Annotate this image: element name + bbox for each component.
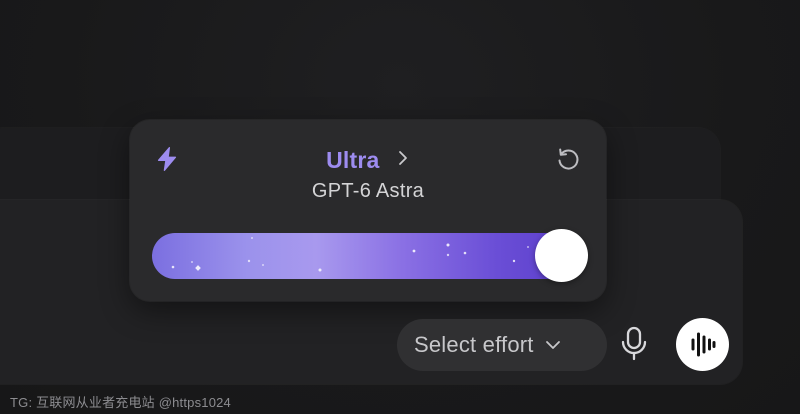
chevron-down-icon xyxy=(545,341,560,349)
voice-waveform-icon xyxy=(691,332,716,357)
select-effort-label: Select effort xyxy=(414,332,534,357)
reset-icon[interactable] xyxy=(554,145,582,173)
voice-mode-button[interactable] xyxy=(676,318,729,371)
effort-level-label: Ultra xyxy=(326,147,380,173)
watermark-text: TG: 互联网从业者充电站 @https1024 xyxy=(10,395,231,410)
microphone-icon[interactable] xyxy=(617,324,651,364)
app-stage: Ultra GPT-6 Astra Select effort TG: 互联网从… xyxy=(0,0,800,414)
sparkle-decoration xyxy=(171,237,529,272)
select-effort-dropdown[interactable]: Select effort xyxy=(397,319,607,371)
model-name: GPT-6 Astra xyxy=(311,180,425,202)
effort-slider-thumb[interactable] xyxy=(535,229,588,282)
effort-popup: Ultra GPT-6 Astra xyxy=(130,120,606,301)
chevron-right-icon xyxy=(399,151,407,165)
effort-level-title[interactable]: Ultra xyxy=(130,144,606,176)
effort-slider-track[interactable] xyxy=(152,233,584,279)
